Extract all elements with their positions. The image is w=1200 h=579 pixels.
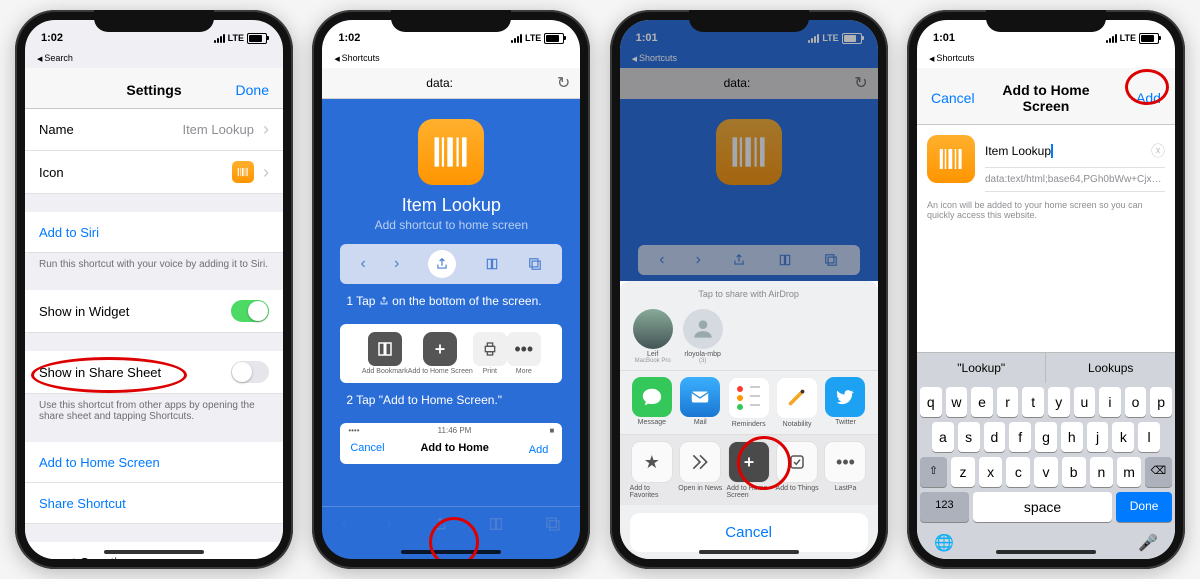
- toggle-share-sheet[interactable]: [231, 361, 269, 383]
- share-sheet: Tap to share with AirDrop Leif MacBook P…: [620, 281, 878, 559]
- barcode-icon: [232, 161, 254, 183]
- bookmarks-icon: [484, 257, 500, 271]
- done-key[interactable]: Done: [1116, 492, 1172, 522]
- back-icon: ‹: [360, 255, 365, 273]
- clear-icon[interactable]: ⓧ: [1151, 141, 1165, 161]
- page-title: Item Lookup: [322, 195, 580, 216]
- action-news[interactable]: Open in News: [678, 441, 722, 499]
- row-share-sheet[interactable]: Show in Share Sheet: [25, 351, 283, 394]
- action-things[interactable]: Add to Things: [775, 441, 819, 499]
- add-button[interactable]: Add: [1106, 90, 1161, 106]
- barcode-icon: [927, 135, 975, 183]
- cancel-button[interactable]: Cancel: [931, 90, 986, 106]
- forward-icon: ›: [394, 255, 399, 273]
- cancel-button[interactable]: Cancel: [630, 513, 868, 552]
- key-d[interactable]: d: [984, 422, 1006, 452]
- airdrop-target[interactable]: rloyola-mbp (3): [680, 309, 726, 364]
- mini-add-home: ••••11:46 PM■ Cancel Add to Home Add: [340, 423, 562, 464]
- barcode-icon: [418, 119, 484, 185]
- key-u[interactable]: u: [1074, 387, 1096, 417]
- app-reminders[interactable]: Reminders: [726, 377, 770, 428]
- action-add-home[interactable]: Add to Home Screen: [726, 441, 770, 499]
- tabs-icon[interactable]: [545, 516, 561, 532]
- back-to-shortcuts[interactable]: Shortcuts: [334, 53, 379, 63]
- key-e[interactable]: e: [971, 387, 993, 417]
- url-field: data:text/html;base64,PGh0bWw+Cjx…: [985, 168, 1165, 192]
- key-z[interactable]: z: [951, 457, 975, 487]
- row-add-home[interactable]: Add to Home Screen: [25, 442, 283, 483]
- key-i[interactable]: i: [1099, 387, 1121, 417]
- globe-icon[interactable]: 🌐: [934, 533, 954, 553]
- app-twitter[interactable]: Twitter: [823, 377, 867, 428]
- back-to-search[interactable]: Search: [37, 53, 73, 63]
- forward-icon[interactable]: ›: [387, 515, 392, 533]
- key-h[interactable]: h: [1061, 422, 1083, 452]
- bookmarks-icon[interactable]: [487, 516, 505, 532]
- key-s[interactable]: s: [958, 422, 980, 452]
- row-share-shortcut[interactable]: Share Shortcut: [25, 483, 283, 524]
- key-a[interactable]: a: [932, 422, 954, 452]
- airdrop-target[interactable]: Leif MacBook Pro: [630, 309, 676, 364]
- url-field[interactable]: data:: [332, 76, 547, 90]
- mic-icon[interactable]: 🎤: [1138, 533, 1158, 553]
- phone-2: 1:02 LTE Shortcuts data: ↻ Item Lookup A…: [312, 10, 590, 569]
- page-title: Add to Home Screen: [986, 82, 1106, 114]
- row-icon[interactable]: Icon: [25, 151, 283, 194]
- phone-4: 1:01 LTE Shortcuts Cancel Add to Home Sc…: [907, 10, 1185, 569]
- key-p[interactable]: p: [1150, 387, 1172, 417]
- print-icon: [473, 332, 507, 366]
- keyboard-suggestions: "Lookup" Lookups: [917, 352, 1175, 383]
- share-icon: [428, 250, 456, 278]
- bookmark-icon: [368, 332, 402, 366]
- row-name[interactable]: Name Item Lookup: [25, 109, 283, 151]
- toggle-widget[interactable]: [231, 300, 269, 322]
- shift-key[interactable]: ⇧: [920, 457, 947, 487]
- key-c[interactable]: c: [1006, 457, 1030, 487]
- backspace-key[interactable]: ⌫: [1145, 457, 1172, 487]
- key-n[interactable]: n: [1090, 457, 1114, 487]
- key-r[interactable]: r: [997, 387, 1019, 417]
- key-y[interactable]: y: [1048, 387, 1070, 417]
- mini-share-sheet: Add Bookmark Add to Home Screen Print ••…: [340, 324, 562, 383]
- nav-bar: Settings Done: [25, 68, 283, 109]
- key-o[interactable]: o: [1125, 387, 1147, 417]
- action-lastpass[interactable]: •••LastPa: [823, 441, 867, 499]
- phone-3: 1:01 LTE Shortcuts data: ↻ ‹›: [610, 10, 888, 569]
- mini-toolbar: ‹ ›: [340, 244, 562, 284]
- barcode-icon: [716, 119, 782, 185]
- key-f[interactable]: f: [1009, 422, 1031, 452]
- numbers-key[interactable]: 123: [920, 492, 969, 522]
- key-m[interactable]: m: [1117, 457, 1141, 487]
- key-q[interactable]: q: [920, 387, 942, 417]
- app-message[interactable]: Message: [630, 377, 674, 428]
- key-v[interactable]: v: [1034, 457, 1058, 487]
- back-icon[interactable]: ‹: [342, 515, 347, 533]
- name-field[interactable]: Item Lookup ⓧ: [985, 135, 1165, 168]
- phone-1: 1:02 LTE Search Settings Done Name Item …: [15, 10, 293, 569]
- done-button[interactable]: Done: [214, 82, 269, 98]
- key-b[interactable]: b: [1062, 457, 1086, 487]
- space-key[interactable]: space: [973, 492, 1112, 522]
- add-home-icon: [423, 332, 457, 366]
- key-t[interactable]: t: [1022, 387, 1044, 417]
- safari-toolbar: ‹ ›: [322, 506, 580, 541]
- row-widget[interactable]: Show in Widget: [25, 290, 283, 333]
- more-icon: •••: [507, 332, 541, 366]
- key-x[interactable]: x: [979, 457, 1003, 487]
- app-mail[interactable]: Mail: [678, 377, 722, 428]
- key-g[interactable]: g: [1035, 422, 1057, 452]
- app-notability[interactable]: Notability: [775, 377, 819, 428]
- key-k[interactable]: k: [1112, 422, 1134, 452]
- share-icon[interactable]: [432, 515, 448, 533]
- key-j[interactable]: j: [1087, 422, 1109, 452]
- keyboard[interactable]: qwertyuiop asdfghjkl ⇧ zxcvbnm ⌫ 123 spa…: [917, 383, 1175, 559]
- tabs-icon: [528, 257, 542, 271]
- page-title: Settings: [94, 82, 214, 98]
- row-add-siri[interactable]: Add to Siri: [25, 212, 283, 253]
- key-w[interactable]: w: [946, 387, 968, 417]
- action-favorites[interactable]: ★Add to Favorites: [630, 441, 674, 499]
- reload-icon[interactable]: ↻: [557, 73, 570, 93]
- key-l[interactable]: l: [1138, 422, 1160, 452]
